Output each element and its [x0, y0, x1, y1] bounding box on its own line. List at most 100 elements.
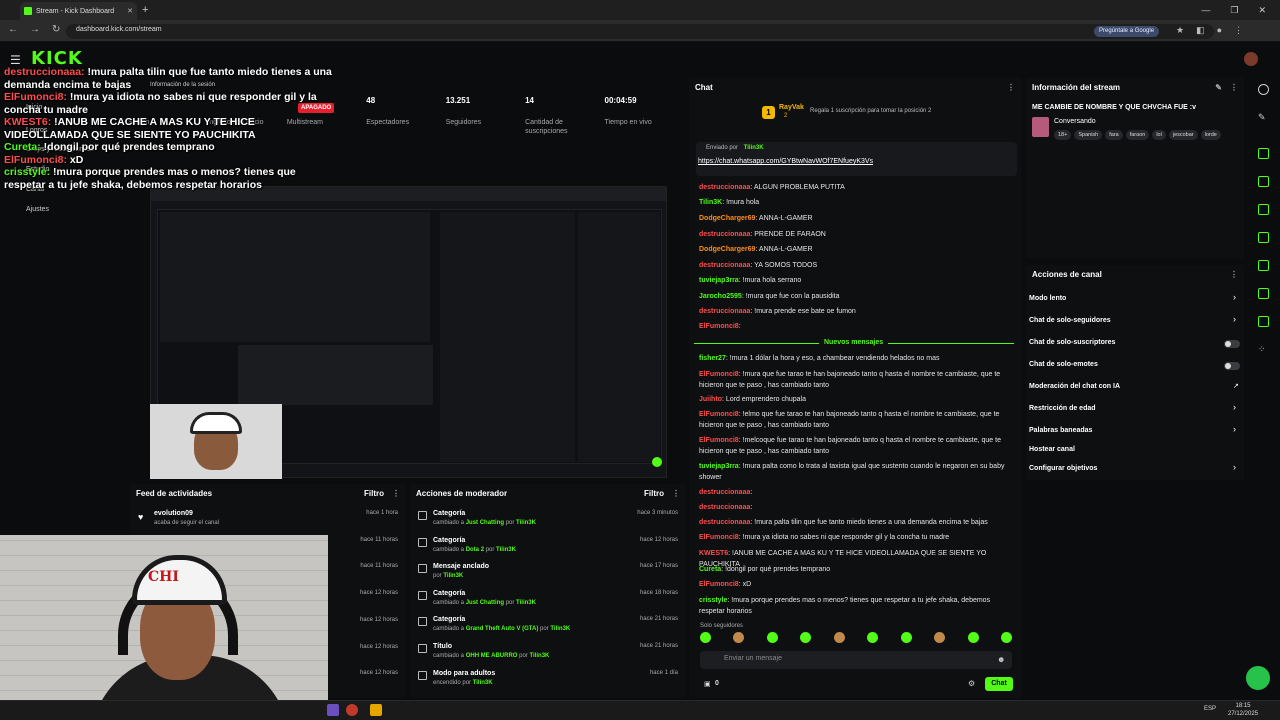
maximize-icon[interactable]: ❐ — [1230, 5, 1238, 16]
chevron-right-icon[interactable]: › — [1233, 292, 1236, 302]
new-tab-button[interactable]: + — [142, 4, 148, 16]
pencil-icon[interactable]: ✎ — [1258, 112, 1269, 123]
stream-info-more-icon[interactable]: ⋮ — [1230, 83, 1238, 92]
external-link-icon[interactable]: ↗ — [1233, 382, 1239, 390]
chat-username[interactable]: Tilin3K — [699, 199, 722, 206]
mod-more-icon[interactable]: ⋮ — [672, 489, 680, 498]
chat-message[interactable]: destruccionaaa: YA SOMOS TODOS — [699, 261, 1011, 272]
channel-action-item[interactable]: Restricción de edad — [1029, 405, 1096, 412]
stream-tag[interactable]: faraon — [1125, 130, 1150, 140]
toggle-switch[interactable] — [1224, 340, 1240, 348]
sidebar-item-ajustes[interactable]: Ajustes — [26, 206, 49, 213]
channel-action-item[interactable]: Chat de solo-emotes — [1029, 361, 1098, 368]
chat-username[interactable]: ElFumonci8 — [699, 371, 739, 378]
chat-username[interactable]: ElFumonci8 — [699, 437, 739, 444]
chat-username[interactable]: crisstyle — [699, 597, 727, 604]
chat-username[interactable]: ElFumonci8 — [699, 323, 739, 330]
channel-action-item[interactable]: Chat de solo-suscriptores — [1029, 339, 1115, 346]
chat-message[interactable]: ElFumonci8: !mura que fue tarao te han b… — [699, 370, 1011, 391]
chevron-right-icon[interactable]: › — [1233, 462, 1236, 472]
chat-username[interactable]: ElFumonci8 — [699, 411, 739, 418]
chat-username[interactable]: tuviejap3rra — [699, 277, 739, 284]
back-icon[interactable]: ← — [8, 24, 18, 35]
chat-username[interactable]: destruccionaaa — [699, 262, 750, 269]
chat-settings-icon[interactable]: ⚙ — [968, 679, 975, 688]
close-window-icon[interactable]: ✕ — [1258, 5, 1266, 16]
info-icon[interactable] — [1258, 84, 1269, 95]
channel-action-item[interactable]: Modo lento — [1029, 295, 1066, 302]
profile-icon[interactable]: ● — [1217, 25, 1222, 36]
extensions-icon[interactable]: ◧ — [1196, 25, 1205, 36]
browser-tab[interactable]: Stream - Kick Dashboard ✕ — [20, 2, 137, 20]
chat-message[interactable]: destruccionaaa: — [699, 488, 1011, 499]
mod-filter-button[interactable]: Filtro — [644, 489, 664, 498]
chat-username[interactable]: destruccionaaa — [699, 184, 750, 191]
list-icon[interactable] — [1258, 288, 1269, 299]
chat-username[interactable]: ElFumonci8 — [699, 581, 739, 588]
chat-message[interactable]: fisher27: !mura 1 dólar la hora y eso, a… — [699, 354, 1011, 365]
mod-action-item[interactable]: Mensaje anclado por Tilin3K hace 17 horas — [410, 561, 686, 588]
chat-message[interactable]: destruccionaaa: ALGUN PROBLEMA PUTITA — [699, 183, 1011, 194]
chevron-right-icon[interactable]: › — [1233, 424, 1236, 434]
url-input[interactable]: dashboard.kick.com/stream — [66, 24, 1214, 39]
forward-icon[interactable]: → — [30, 24, 40, 35]
chat-message[interactable]: destruccionaaa: !mura prende ese bate oe… — [699, 307, 1011, 318]
stream-tag[interactable]: 18+ — [1054, 130, 1072, 140]
chat-message[interactable]: ElFumonci8: — [699, 322, 1011, 333]
help-fab-button[interactable] — [1246, 666, 1270, 690]
menu-icon[interactable]: ⋮ — [1234, 25, 1243, 36]
chat-username[interactable]: Juiihto — [699, 396, 722, 403]
stream-tag[interactable]: fara — [1105, 130, 1123, 140]
chat-more-icon[interactable]: ⋮ — [1007, 83, 1015, 92]
stream-tag[interactable]: Spanish — [1074, 130, 1103, 140]
taskbar-clock[interactable]: 18:15 27/12/2025 — [1228, 702, 1258, 718]
chat-username[interactable]: fisher27 — [699, 355, 726, 362]
taskbar-app-icon[interactable] — [327, 704, 339, 716]
chat-message[interactable]: destruccionaaa: !mura palta tilin que fu… — [699, 518, 1011, 529]
chat-username[interactable]: destruccionaaa — [699, 231, 750, 238]
stream-tag[interactable]: lol — [1152, 130, 1166, 140]
chat-username[interactable]: destruccionaaa — [699, 308, 750, 315]
chat-username[interactable]: DodgeCharger69 — [699, 215, 755, 222]
emote-icon[interactable] — [766, 632, 778, 643]
toggle-switch[interactable] — [1224, 362, 1240, 370]
emote-icon[interactable] — [867, 632, 879, 643]
chat-message[interactable]: destruccionaaa: — [699, 503, 1011, 514]
new-messages-divider[interactable]: Nuevos mensajes — [694, 339, 1014, 347]
chat-message[interactable]: destruccionaaa: PRENDE DE FARAON — [699, 230, 1011, 241]
ask-google-button[interactable]: Pregúntale a Google — [1094, 26, 1160, 37]
chat-message[interactable]: DodgeCharger69: ANNA-L-GAMER — [699, 214, 1011, 225]
chat-message[interactable]: ElFumonci8: !mura ya idiota no sabes ni … — [699, 533, 1011, 544]
chat-username[interactable]: tuviejap3rra — [699, 463, 739, 470]
layout-icon[interactable] — [1258, 148, 1269, 159]
mod-action-item[interactable]: Modo para adultos encendido por Tilin3K ha… — [410, 668, 686, 695]
tab-close-icon[interactable]: ✕ — [127, 7, 133, 15]
feed-more-icon[interactable]: ⋮ — [392, 489, 400, 498]
feed-filter-button[interactable]: Filtro — [364, 489, 384, 498]
chat-message[interactable]: Tilin3K: !mura hola — [699, 198, 1011, 209]
chat-username[interactable]: ElFumonci8 — [699, 534, 739, 541]
emote-icon[interactable] — [800, 632, 812, 643]
emote-icon[interactable] — [833, 632, 845, 643]
chat-message[interactable]: tuviejap3rra: !mura hola serrano — [699, 276, 1011, 287]
language-indicator[interactable]: ESP — [1204, 706, 1216, 712]
emote-icon[interactable] — [967, 632, 979, 643]
send-chat-button[interactable]: Chat — [985, 677, 1013, 691]
chat-message[interactable]: crisstyle: !mura porque prendes mas o me… — [699, 596, 1011, 617]
gift-leaderboard[interactable]: 1 RayVak 2 Regala 1 suscripción para tom… — [762, 104, 1012, 124]
channel-actions-more-icon[interactable]: ⋮ — [1230, 270, 1238, 279]
bolt-icon[interactable] — [1258, 176, 1269, 187]
mod-action-item[interactable]: Categoría cambiado a Just Chatting por Ti… — [410, 588, 686, 615]
split-icon[interactable] — [1258, 260, 1269, 271]
mod-action-item[interactable]: Categoría cambiado a Just Chatting por Ti… — [410, 508, 686, 535]
chat-bubble-icon[interactable] — [1258, 232, 1269, 243]
stream-tag[interactable]: jescobar — [1168, 130, 1198, 140]
emoji-icon[interactable]: ☻ — [997, 655, 1005, 664]
stream-tag[interactable]: lorde — [1200, 130, 1221, 140]
chat-message[interactable]: ElFumonci8: !elmo que fue tarao te han b… — [699, 410, 1011, 431]
star-icon[interactable]: ★ — [1176, 25, 1184, 36]
chat-message[interactable]: Cureta: !dongil por qué prendes temprano — [699, 565, 1011, 576]
phone-icon[interactable] — [1258, 204, 1269, 215]
chat-message[interactable]: DodgeCharger69: ANNA-L-GAMER — [699, 245, 1011, 256]
chevron-right-icon[interactable]: › — [1233, 314, 1236, 324]
